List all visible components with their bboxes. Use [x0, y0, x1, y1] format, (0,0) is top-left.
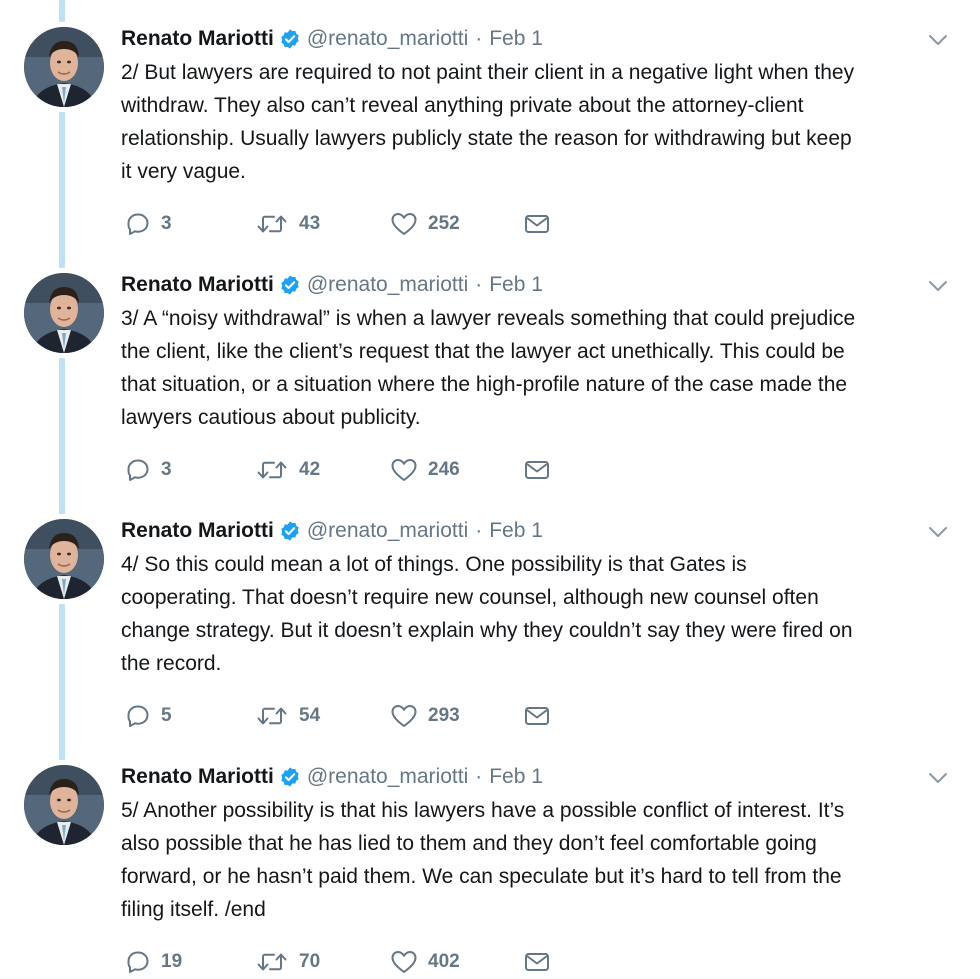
retweet-button[interactable]: 70: [255, 949, 390, 975]
envelope-icon: [524, 704, 550, 728]
verified-badge-icon: [279, 274, 301, 296]
tweet-text: 5/ Another possibility is that his lawye…: [121, 799, 845, 921]
retweet-icon: [255, 457, 289, 483]
retweet-icon: [255, 949, 289, 975]
author-handle[interactable]: @renato_mariotti: [307, 762, 468, 792]
retweet-count: 42: [299, 459, 321, 480]
tweet-actions: 3 43 252: [125, 207, 550, 241]
reply-button[interactable]: 3: [125, 457, 255, 483]
like-count: 402: [428, 951, 460, 972]
tweet-date[interactable]: Feb 1: [489, 270, 543, 300]
direct-message-button[interactable]: [524, 704, 550, 728]
heart-icon: [390, 703, 418, 729]
author-name[interactable]: Renato Mariotti: [121, 762, 274, 792]
like-count: 252: [428, 213, 460, 234]
verified-badge-icon: [279, 520, 301, 542]
author-name[interactable]: Renato Mariotti: [121, 516, 274, 546]
direct-message-button[interactable]: [524, 950, 550, 974]
reply-button[interactable]: 5: [125, 703, 255, 729]
tweet-header: Renato Mariotti @renato_mariotti · Feb 1: [121, 270, 543, 300]
reply-icon: [125, 703, 151, 729]
verified-badge-icon: [279, 28, 301, 50]
header-separator: ·: [475, 27, 483, 50]
like-button[interactable]: 252: [390, 211, 524, 237]
reply-icon: [125, 457, 151, 483]
tweet-date[interactable]: Feb 1: [489, 24, 543, 54]
tweet-4[interactable]: Renato Mariotti @renato_mariotti · Feb 1…: [0, 738, 980, 973]
envelope-icon: [524, 950, 550, 974]
author-handle[interactable]: @renato_mariotti: [307, 516, 468, 546]
chevron-down-icon[interactable]: [928, 279, 948, 293]
like-count: 293: [428, 705, 460, 726]
heart-icon: [390, 949, 418, 975]
reply-count: 3: [161, 459, 172, 480]
tweet-text: 2/ But lawyers are required to not paint…: [121, 61, 855, 183]
direct-message-button[interactable]: [524, 212, 550, 236]
tweet-date[interactable]: Feb 1: [489, 516, 543, 546]
retweet-button[interactable]: 43: [255, 211, 390, 237]
tweet-header: Renato Mariotti @renato_mariotti · Feb 1: [121, 762, 543, 792]
verified-badge-icon: [279, 766, 301, 788]
tweet-date[interactable]: Feb 1: [489, 762, 543, 792]
reply-count: 5: [161, 705, 172, 726]
retweet-button[interactable]: 42: [255, 457, 390, 483]
tweet-actions: 19 70 402: [125, 945, 550, 979]
reply-count: 19: [161, 951, 183, 972]
author-name[interactable]: Renato Mariotti: [121, 24, 274, 54]
header-separator: ·: [475, 765, 483, 788]
envelope-icon: [524, 458, 550, 482]
like-button[interactable]: 246: [390, 457, 524, 483]
reply-button[interactable]: 3: [125, 211, 255, 237]
avatar[interactable]: [24, 273, 104, 353]
avatar[interactable]: [24, 519, 104, 599]
chevron-down-icon[interactable]: [928, 525, 948, 539]
header-separator: ·: [475, 519, 483, 542]
like-button[interactable]: 293: [390, 703, 524, 729]
tweet-text: 3/ A “noisy withdrawal” is when a lawyer…: [121, 307, 856, 429]
tweet-actions: 3 42 246: [125, 453, 550, 487]
reply-icon: [125, 211, 151, 237]
envelope-icon: [524, 212, 550, 236]
avatar[interactable]: [24, 27, 104, 107]
heart-icon: [390, 457, 418, 483]
header-separator: ·: [475, 273, 483, 296]
chevron-down-icon[interactable]: [928, 771, 948, 785]
retweet-count: 54: [299, 705, 321, 726]
retweet-count: 43: [299, 213, 321, 234]
avatar[interactable]: [24, 765, 104, 845]
tweet-text: 4/ So this could mean a lot of things. O…: [121, 553, 853, 675]
retweet-icon: [255, 703, 289, 729]
tweet-3[interactable]: Renato Mariotti @renato_mariotti · Feb 1…: [0, 492, 980, 738]
reply-button[interactable]: 19: [125, 949, 255, 975]
author-name[interactable]: Renato Mariotti: [121, 270, 274, 300]
reply-count: 3: [161, 213, 172, 234]
tweet-2[interactable]: Renato Mariotti @renato_mariotti · Feb 1…: [0, 246, 980, 492]
direct-message-button[interactable]: [524, 458, 550, 482]
like-count: 246: [428, 459, 460, 480]
author-handle[interactable]: @renato_mariotti: [307, 270, 468, 300]
tweet-header: Renato Mariotti @renato_mariotti · Feb 1: [121, 516, 543, 546]
retweet-count: 70: [299, 951, 321, 972]
chevron-down-icon[interactable]: [928, 33, 948, 47]
author-handle[interactable]: @renato_mariotti: [307, 24, 468, 54]
tweet-header: Renato Mariotti @renato_mariotti · Feb 1: [121, 24, 543, 54]
tweet-1[interactable]: Renato Mariotti @renato_mariotti · Feb 1…: [0, 0, 980, 246]
retweet-icon: [255, 211, 289, 237]
retweet-button[interactable]: 54: [255, 703, 390, 729]
heart-icon: [390, 211, 418, 237]
tweet-actions: 5 54 293: [125, 699, 550, 733]
like-button[interactable]: 402: [390, 949, 524, 975]
reply-icon: [125, 949, 151, 975]
